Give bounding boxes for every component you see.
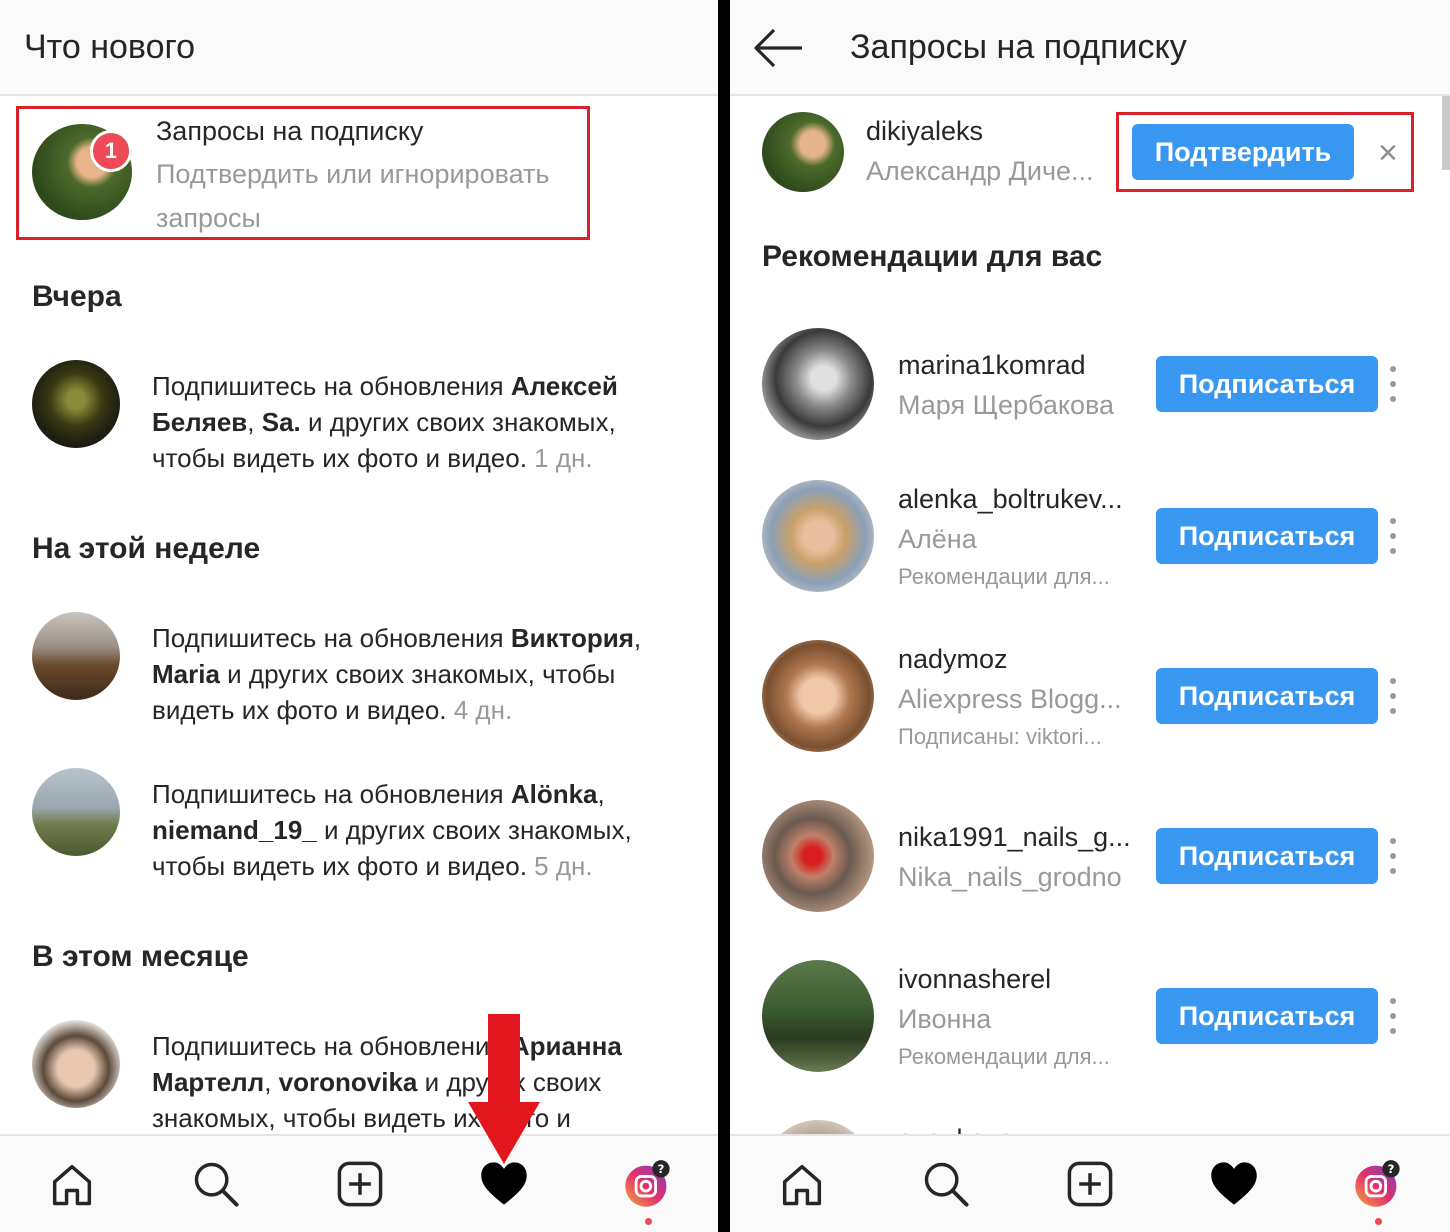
nav-new-post[interactable] [330,1154,390,1214]
nav-home[interactable] [42,1154,102,1214]
back-arrow-icon[interactable] [750,26,806,70]
section-heading-this-month: В этом месяце [32,940,249,973]
notification-item[interactable]: Подпишитесь на обновления Арианна Мартел… [152,1028,692,1136]
nav-profile[interactable]: ? [1348,1154,1408,1214]
notification-text: Подпишитесь на обновления [152,1031,511,1061]
suggestion-username[interactable]: marina1komrad [898,350,1086,381]
activity-header: Что нового [0,0,718,96]
suggestion-avatar[interactable] [762,800,874,912]
notification-avatar[interactable] [32,612,120,700]
highlight-box [1116,112,1414,192]
notification-separator: , [597,779,605,809]
request-username[interactable]: dikiyaleks [866,116,983,147]
follow-button[interactable]: Подписаться [1156,356,1378,412]
notification-dot [1375,1218,1382,1225]
notification-user[interactable]: Alönka [511,779,598,809]
scrollbar-thumb[interactable] [1442,96,1450,170]
activity-heart-icon [1211,1162,1257,1205]
activity-heart-icon [481,1162,527,1205]
notification-user[interactable]: Sa. [262,407,301,437]
nav-search[interactable] [916,1154,976,1214]
home-icon [52,1164,92,1206]
section-heading-this-week: На этой неделе [32,532,261,565]
notification-avatar[interactable] [32,768,120,856]
notification-item[interactable]: Подпишитесь на обновления Виктория, Mari… [152,620,692,728]
requests-header: Запросы на подписку [730,0,1450,96]
recommendations-heading: Рекомендации для вас [762,240,1103,273]
notification-separator: , [264,1067,279,1097]
nav-profile[interactable]: ? [618,1154,678,1214]
suggestion-fullname: Алёна [898,524,977,554]
notification-item[interactable]: Подпишитесь на обновления Alönka, nieman… [152,776,692,884]
search-icon [924,1162,969,1207]
notification-time: 4 дн. [453,695,513,725]
notification-user[interactable]: niemand_19_ [152,815,317,845]
follow-button[interactable]: Подписаться [1156,668,1378,724]
red-arrow-annotation [468,1014,540,1164]
suggestion-fullname: Aliexpress Blogg... [898,684,1122,714]
svg-text:?: ? [1388,1162,1395,1176]
more-options-icon[interactable] [1388,366,1398,402]
nav-search[interactable] [186,1154,246,1214]
more-options-icon[interactable] [1388,518,1398,554]
home-icon [782,1164,822,1206]
suggestion-username[interactable]: nika1991_nails_g... [898,822,1131,853]
nav-home[interactable] [772,1154,832,1214]
page-title: Что нового [24,28,196,66]
request-user-avatar[interactable] [762,112,844,192]
notification-avatar[interactable] [32,360,120,448]
nav-activity[interactable] [1204,1154,1264,1214]
notification-text: и других своих знакомых, чтобы видеть их… [152,659,616,725]
notification-user[interactable]: Maria [152,659,220,689]
add-post-icon [1067,1161,1113,1207]
follow-requests-screen: Запросы на подписку dikiyaleks Александр… [730,0,1450,1232]
search-icon [194,1162,239,1207]
page-title: Запросы на подписку [850,28,1187,66]
follow-button[interactable]: Подписаться [1156,828,1378,884]
suggestion-username[interactable]: ivonnasherel [898,964,1051,995]
notification-user[interactable]: voronovika [279,1067,418,1097]
bottom-navigation: ? [730,1134,1450,1232]
notification-text: Подпишитесь на обновления [152,623,511,653]
add-post-icon [337,1161,383,1207]
profile-avatar-icon: ? [625,1160,670,1207]
svg-text:?: ? [658,1162,665,1176]
profile-avatar-icon: ? [1355,1160,1400,1207]
activity-screen: Что нового 1 Запросы на подписку Подтвер… [0,0,718,1232]
notification-avatar[interactable] [32,1020,120,1108]
notification-user[interactable]: Виктория [511,623,634,653]
suggestion-username[interactable]: nadymoz [898,644,1008,675]
notification-time: 1 дн. [534,443,593,473]
nav-new-post[interactable] [1060,1154,1120,1214]
suggestion-hint: Подписаны: viktori... [898,724,1102,749]
highlight-box [16,106,590,240]
more-options-icon[interactable] [1388,998,1398,1034]
more-options-icon[interactable] [1388,838,1398,874]
notification-text: Подпишитесь на обновления [152,779,511,809]
notification-separator: , [633,623,642,653]
suggestion-fullname: Nika_nails_grodno [898,862,1122,892]
suggestion-avatar[interactable] [762,960,874,1072]
request-fullname: Александр Диче... [866,156,1094,186]
notification-item[interactable]: Подпишитесь на обновления Алексей Беляев… [152,368,692,476]
suggestion-fullname: Маря Щербакова [898,390,1115,420]
more-options-icon[interactable] [1388,678,1398,714]
follow-button[interactable]: Подписаться [1156,988,1378,1044]
section-heading-yesterday: Вчера [32,280,122,313]
suggestion-hint: Рекомендации для... [898,564,1110,589]
notification-dot [645,1218,652,1225]
suggestion-avatar[interactable] [762,328,874,440]
suggestion-avatar[interactable] [762,640,874,752]
bottom-navigation: ? [0,1134,718,1232]
notification-text: Подпишитесь на обновления [152,371,511,401]
suggestion-avatar[interactable] [762,480,874,592]
follow-button[interactable]: Подписаться [1156,508,1378,564]
notification-separator: , [247,407,262,437]
notification-time: 5 дн. [534,851,593,881]
suggestion-fullname: Ивонна [898,1004,992,1034]
suggestion-hint: Рекомендации для... [898,1044,1110,1069]
suggestion-username[interactable]: alenka_boltrukev... [898,484,1123,515]
